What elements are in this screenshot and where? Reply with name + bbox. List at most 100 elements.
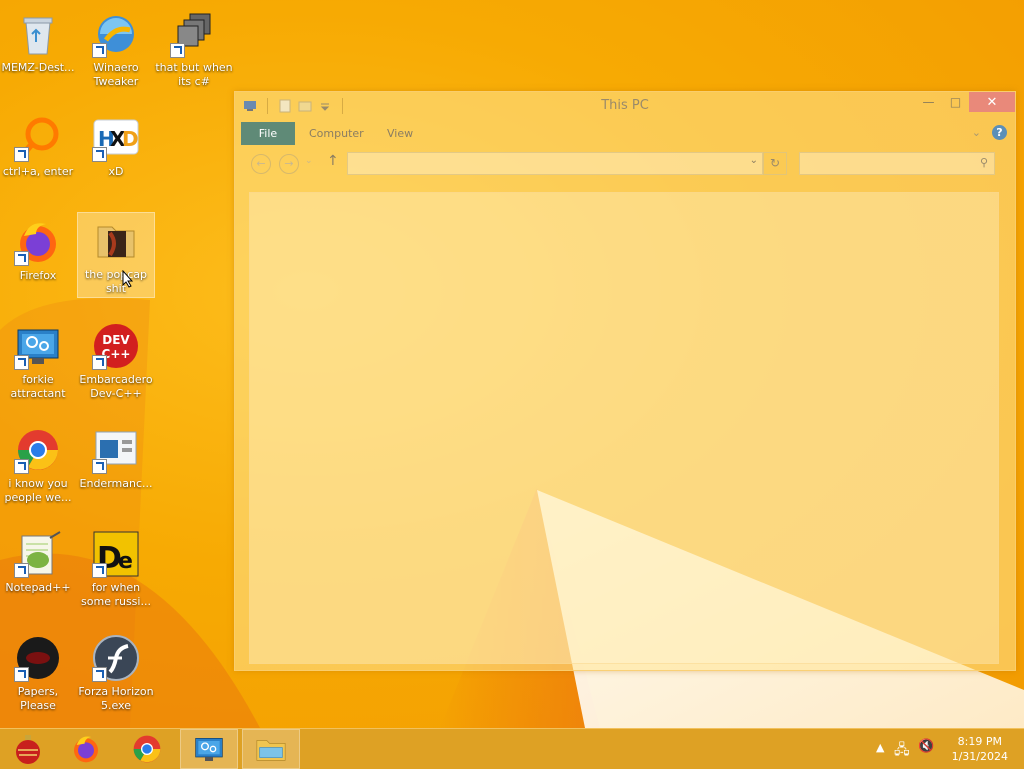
magnifier-ring-icon (14, 114, 62, 162)
de-icon: De (92, 530, 140, 578)
maximize-button[interactable]: □ (942, 92, 969, 112)
icon-label: i know you people we... (4, 477, 72, 504)
desktop-icon-papers-please[interactable]: Papers, Please (0, 630, 76, 714)
up-button[interactable]: ↑ (327, 153, 339, 169)
volume-muted-icon[interactable]: 🔇 (918, 739, 934, 754)
icon-label: MEMZ-Dest... (1, 61, 75, 74)
shortcut-arrow-icon (92, 563, 107, 578)
mouse-cursor-icon (122, 270, 134, 288)
tab-computer[interactable]: Computer (299, 122, 374, 145)
taskbar-chrome-button[interactable] (119, 730, 175, 768)
christmas-ornament-icon (16, 735, 40, 764)
icon-label: Endermanc... (79, 477, 153, 490)
icon-label: forkie attractant (10, 373, 66, 400)
chevron-down-icon[interactable]: ⌄ (750, 155, 758, 166)
file-explorer-icon (256, 740, 286, 761)
shortcut-arrow-icon (14, 147, 29, 162)
search-icon: ⚲ (979, 156, 988, 169)
shortcut-arrow-icon (14, 459, 29, 474)
navigation-bar: ← → ⌄ ↑ ⌄ ↻ ⚲ (241, 152, 1009, 176)
monitor-gear-icon (195, 738, 223, 761)
clock-time: 8:19 PM (957, 735, 1002, 748)
recent-locations-icon[interactable]: ⌄ (305, 156, 313, 166)
icon-label: Embarcadero Dev-C++ (79, 373, 153, 400)
notepad-plus-plus-icon (14, 530, 62, 578)
flash-icon (92, 634, 140, 682)
desktop-icon-popcap-folder[interactable]: the popcap shit (77, 212, 155, 298)
back-button[interactable]: ← (251, 154, 271, 174)
icon-label: Winaero Tweaker (93, 61, 139, 88)
svg-text:e: e (118, 549, 133, 574)
icon-label: ctrl+a, enter (2, 165, 74, 178)
desktop-icon-chrome[interactable]: i know you people we... (0, 422, 76, 506)
shortcut-arrow-icon (92, 147, 107, 162)
shortcut-arrow-icon (14, 667, 29, 682)
ribbon-tabs: File Computer View ⌄ ? (241, 122, 1009, 146)
system-tray: ▲ 🖧 🔇 8:19 PM 1/31/2024 (824, 729, 1024, 769)
taskbar: ▲ 🖧 🔇 8:19 PM 1/31/2024 (0, 728, 1024, 769)
window-controls: — □ ✕ (915, 92, 1015, 112)
desktop-icon-ctrla[interactable]: ctrl+a, enter (0, 110, 76, 194)
shortcut-arrow-icon (92, 43, 107, 58)
clock-date: 1/31/2024 (951, 750, 1008, 763)
clock[interactable]: 8:19 PM 1/31/2024 (952, 734, 1008, 764)
shortcut-arrow-icon (92, 459, 107, 474)
devcpp-icon: DEV C++ (92, 322, 140, 370)
title-bar[interactable]: This PC — □ ✕ (235, 92, 1015, 120)
help-button[interactable]: ? (992, 125, 1007, 140)
windows-stack-icon (170, 10, 218, 58)
desktop-icon-devcpp[interactable]: DEV C++ Embarcadero Dev-C++ (78, 318, 154, 402)
network-icon[interactable]: 🖧 (894, 739, 910, 763)
desktop-icon-xd[interactable]: HXD xD (78, 110, 154, 194)
svg-text:DEV: DEV (102, 333, 130, 347)
chrome-icon (14, 426, 62, 474)
svg-text:D: D (122, 127, 139, 151)
hxd-icon: HXD (92, 114, 140, 162)
papers-please-icon (14, 634, 62, 682)
recycle-bin-icon (14, 10, 62, 58)
taskbar-explorer-button[interactable] (242, 729, 300, 769)
shortcut-arrow-icon (14, 563, 29, 578)
desktop-icon-notepadpp[interactable]: Notepad++ (0, 526, 76, 610)
address-bar[interactable]: ⌄ (347, 152, 763, 175)
show-hidden-icons-icon[interactable]: ▲ (876, 741, 884, 754)
taskbar-ornament-button[interactable] (0, 730, 56, 768)
icon-label: xD (108, 165, 124, 178)
taskbar-monitor-button[interactable] (180, 729, 238, 769)
desktop-icon-memz[interactable]: MEMZ-Dest... (0, 6, 76, 90)
desktop-icon-thatbut[interactable]: that but when its c# (155, 6, 233, 90)
desktop-icon-winaero[interactable]: Winaero Tweaker (78, 6, 154, 90)
tab-file[interactable]: File (241, 122, 295, 145)
desktop-icon-endermanch[interactable]: Endermanc... (78, 422, 154, 506)
desktop-icon-forkie[interactable]: forkie attractant (0, 318, 76, 402)
refresh-button[interactable]: ↻ (763, 152, 787, 175)
firefox-icon (74, 736, 98, 763)
window-app-icon (92, 426, 140, 474)
content-pane[interactable] (249, 192, 999, 664)
shortcut-arrow-icon (14, 251, 29, 266)
icon-label: for when some russi... (81, 581, 151, 608)
expand-ribbon-icon[interactable]: ⌄ (972, 126, 981, 139)
icon-label: that but when its c# (155, 61, 233, 88)
icon-label: the popcap shit (84, 268, 147, 295)
monitor-gear-icon (14, 322, 62, 370)
shortcut-arrow-icon (92, 355, 107, 370)
taskbar-firefox-button[interactable] (58, 730, 114, 768)
icon-label: Firefox (19, 269, 57, 282)
forward-button[interactable]: → (279, 154, 299, 174)
desktop-icon-de[interactable]: De for when some russi... (78, 526, 154, 610)
shortcut-arrow-icon (170, 43, 185, 58)
window-title: This PC (601, 98, 649, 113)
tab-view[interactable]: View (377, 122, 423, 145)
desktop-icon-forza[interactable]: Forza Horizon 5.exe (78, 630, 154, 714)
chrome-icon (133, 735, 161, 763)
firefox-icon (14, 218, 62, 266)
minimize-button[interactable]: — (915, 92, 942, 112)
explorer-window[interactable]: This PC — □ ✕ File Computer View ⌄ ? ← →… (234, 91, 1016, 671)
search-box[interactable]: ⚲ (799, 152, 995, 175)
desktop-icon-firefox[interactable]: Firefox (0, 214, 76, 298)
close-button[interactable]: ✕ (969, 92, 1015, 112)
icon-label: Forza Horizon 5.exe (78, 685, 154, 712)
icon-label: Papers, Please (17, 685, 59, 712)
shortcut-arrow-icon (92, 667, 107, 682)
